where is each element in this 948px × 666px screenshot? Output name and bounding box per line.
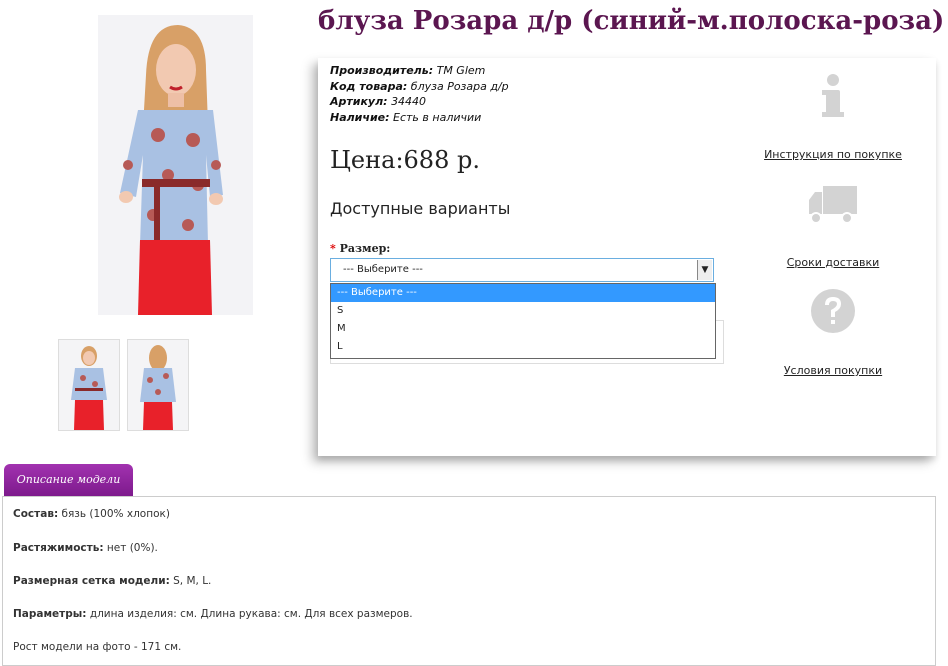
thumbnail-back[interactable] (127, 339, 189, 431)
description-model-height: Рост модели на фото - 171 см. (13, 641, 182, 653)
truck-icon (809, 186, 857, 224)
product-main-image[interactable] (98, 15, 253, 315)
size-select[interactable]: --- Выберите --- ▼ (330, 258, 714, 282)
meta-manufacturer: Производитель: TM Glem (330, 64, 486, 77)
description-params: Параметры: длина изделия: см. Длина рука… (13, 608, 413, 620)
product-price: Цена:688 р. (330, 146, 480, 174)
thumbnail-front[interactable] (58, 339, 120, 431)
size-option-l[interactable]: L (331, 338, 715, 356)
description-stretch: Растяжимость: нет (0%). (13, 542, 158, 554)
size-option-placeholder[interactable]: --- Выберите --- (331, 284, 715, 302)
delivery-block: Сроки доставки (743, 184, 923, 269)
terms-link[interactable]: Условия покупки (743, 364, 923, 377)
chevron-down-icon[interactable]: ▼ (697, 260, 712, 280)
description-sizes: Размерная сетка модели: S, M, L. (13, 575, 212, 587)
variants-heading: Доступные варианты (330, 199, 511, 218)
thumbnail-back-photo (128, 340, 188, 430)
size-label: * Размер: (330, 242, 391, 255)
meta-availability: Наличие: Есть в наличии (330, 110, 482, 124)
question-icon (811, 289, 855, 333)
size-dropdown-list: --- Выберите --- S M L (330, 283, 716, 359)
product-info-panel: Производитель: TM Glem Код товара: блуза… (318, 58, 936, 456)
size-select-value: --- Выберите --- (343, 264, 423, 275)
product-meta: Производитель: TM Glem Код товара: блуза… (330, 63, 509, 125)
info-icon (822, 74, 844, 117)
model-photo (98, 15, 253, 315)
instructions-block: Инструкция по покупке (743, 72, 923, 161)
product-title: блуза Розара д/р (синий-м.полоска-роза) (318, 6, 945, 36)
delivery-link[interactable]: Сроки доставки (743, 256, 923, 269)
meta-sku: Артикул: 34440 (330, 95, 427, 108)
tab-description[interactable]: Описание модели (4, 464, 133, 496)
size-option-m[interactable]: M (331, 320, 715, 338)
terms-block: Условия покупки (743, 288, 923, 377)
description-panel: Состав: бязь (100% хлопок) Растяжимость:… (2, 496, 936, 666)
size-option-s[interactable]: S (331, 302, 715, 320)
required-mark: * (330, 242, 336, 255)
instructions-link[interactable]: Инструкция по покупке (743, 148, 923, 161)
meta-product-code: Код товара: блуза Розара д/р (330, 79, 509, 93)
thumbnail-front-photo (59, 340, 119, 430)
description-composition: Состав: бязь (100% хлопок) (13, 508, 170, 520)
